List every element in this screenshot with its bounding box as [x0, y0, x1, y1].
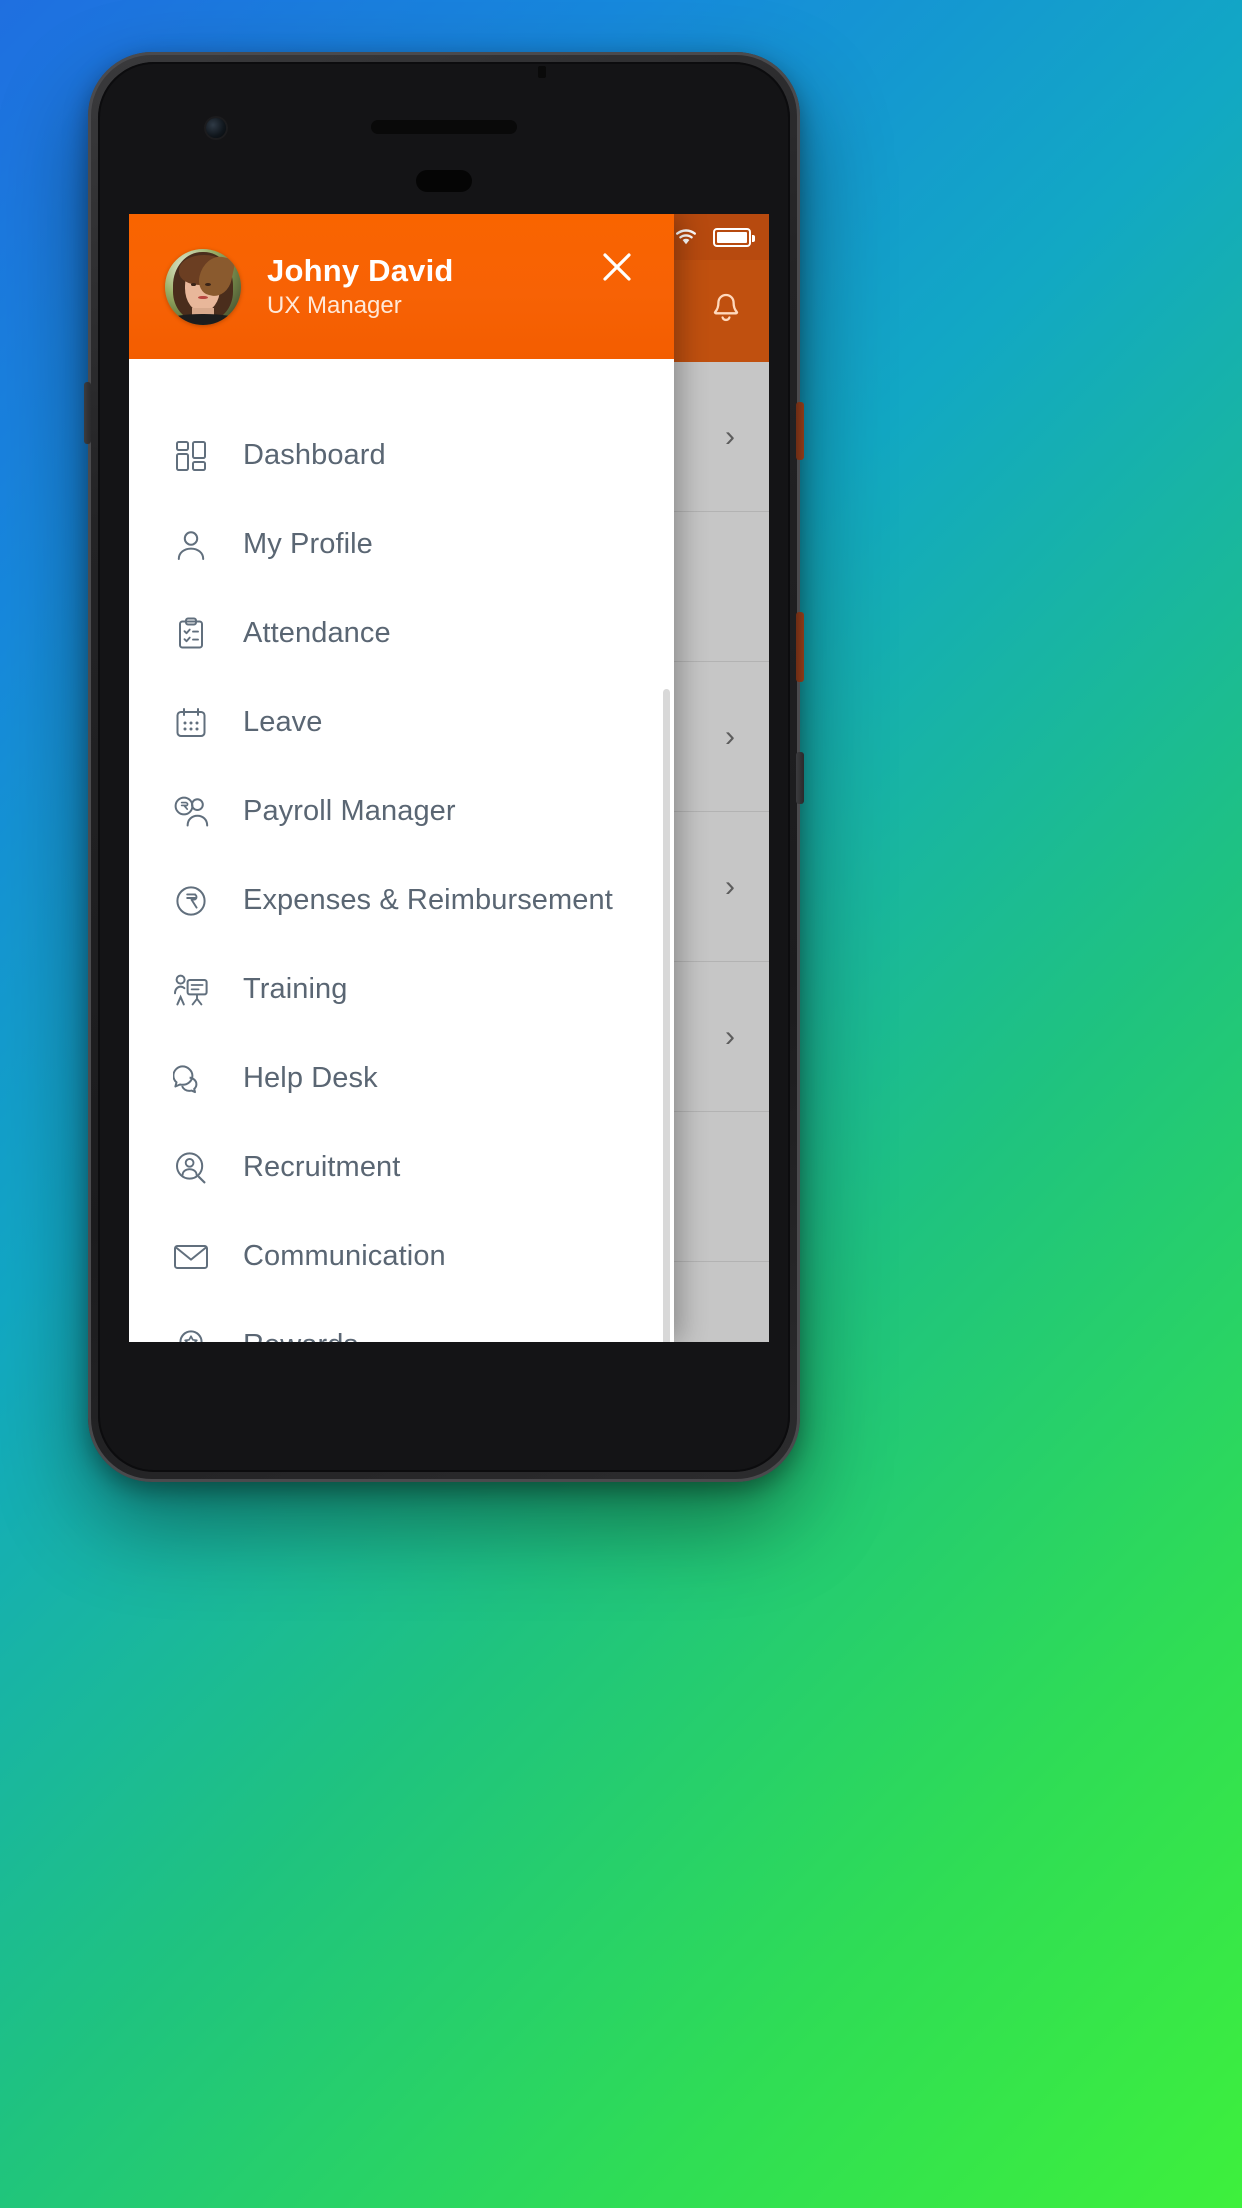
drawer-menu-scroll-area[interactable]: Dashboard My Profile Attendance Leave Pa…	[129, 359, 674, 1342]
sidebar-item-label: Recruitment	[243, 1151, 401, 1183]
drawer-menu-list: Dashboard My Profile Attendance Leave Pa…	[129, 359, 674, 1342]
clipboard-check-icon	[169, 612, 213, 656]
sidebar-item-label: Payroll Manager	[243, 795, 456, 827]
person-search-icon	[169, 1146, 213, 1190]
speaker-grille	[416, 170, 472, 192]
sidebar-item-attendance[interactable]: Attendance	[129, 589, 674, 678]
dashboard-icon	[169, 434, 213, 478]
phone-volume-up-button[interactable]	[796, 612, 804, 682]
front-camera	[206, 118, 226, 138]
sidebar-item-label: Help Desk	[243, 1062, 378, 1094]
chevron-right-icon: ›	[725, 719, 735, 753]
sidebar-item-label: Rewards	[243, 1329, 358, 1342]
close-icon	[600, 250, 634, 284]
sidebar-item-label: Leave	[243, 706, 323, 738]
profile-role: UX Manager	[267, 292, 402, 320]
sidebar-item-recruitment[interactable]: Recruitment	[129, 1123, 674, 1212]
phone-screen: › › › › Johny David UX Manager Dashboard…	[129, 214, 769, 1342]
proximity-sensor	[538, 66, 546, 78]
phone-side-button-left[interactable]	[84, 382, 91, 444]
presentation-icon	[169, 968, 213, 1012]
bell-icon[interactable]	[709, 291, 743, 332]
sidebar-item-label: Attendance	[243, 617, 391, 649]
sidebar-item-label: Communication	[243, 1240, 446, 1272]
close-drawer-button[interactable]	[594, 244, 640, 290]
sidebar-item-training[interactable]: Training	[129, 945, 674, 1034]
sidebar-item-rewards[interactable]: Rewards	[129, 1301, 674, 1342]
rupee-circle-icon	[169, 879, 213, 923]
navigation-drawer: Johny David UX Manager Dashboard My Prof…	[129, 214, 674, 1342]
phone-bezel: › › › › Johny David UX Manager Dashboard…	[98, 62, 790, 1472]
chat-bubbles-icon	[169, 1057, 213, 1101]
phone-power-button[interactable]	[796, 402, 804, 460]
sidebar-item-expenses-reimbursement[interactable]: Expenses & Reimbursement	[129, 856, 674, 945]
sidebar-item-my-profile[interactable]: My Profile	[129, 500, 674, 589]
earpiece-speaker	[371, 120, 517, 134]
profile-name: Johny David	[267, 252, 454, 288]
envelope-icon	[169, 1235, 213, 1279]
phone-device: › › › › Johny David UX Manager Dashboard…	[84, 52, 804, 1482]
calendar-icon	[169, 701, 213, 745]
sidebar-item-label: My Profile	[243, 528, 373, 560]
award-ribbon-icon	[169, 1324, 213, 1342]
chevron-right-icon: ›	[725, 1019, 735, 1053]
screenshot-canvas: › › › › Johny David UX Manager Dashboard…	[0, 0, 1242, 2208]
sidebar-item-label: Training	[243, 973, 348, 1005]
phone-volume-down-button[interactable]	[796, 752, 804, 804]
sidebar-item-communication[interactable]: Communication	[129, 1212, 674, 1301]
payroll-people-icon	[169, 790, 213, 834]
chevron-right-icon: ›	[725, 419, 735, 453]
sidebar-item-label: Expenses & Reimbursement	[243, 884, 613, 916]
profile-text-block: Johny David UX Manager	[267, 252, 454, 320]
avatar[interactable]	[165, 248, 241, 325]
drawer-scrollbar[interactable]	[663, 689, 670, 1342]
sidebar-item-label: Dashboard	[243, 439, 386, 471]
sidebar-item-payroll-manager[interactable]: Payroll Manager	[129, 767, 674, 856]
sidebar-item-dashboard[interactable]: Dashboard	[129, 411, 674, 500]
battery-icon	[713, 227, 755, 247]
drawer-profile-header: Johny David UX Manager	[129, 214, 674, 359]
chevron-right-icon: ›	[725, 869, 735, 903]
sidebar-item-leave[interactable]: Leave	[129, 678, 674, 767]
sidebar-item-help-desk[interactable]: Help Desk	[129, 1034, 674, 1123]
person-icon	[169, 523, 213, 567]
wifi-icon	[673, 227, 699, 247]
